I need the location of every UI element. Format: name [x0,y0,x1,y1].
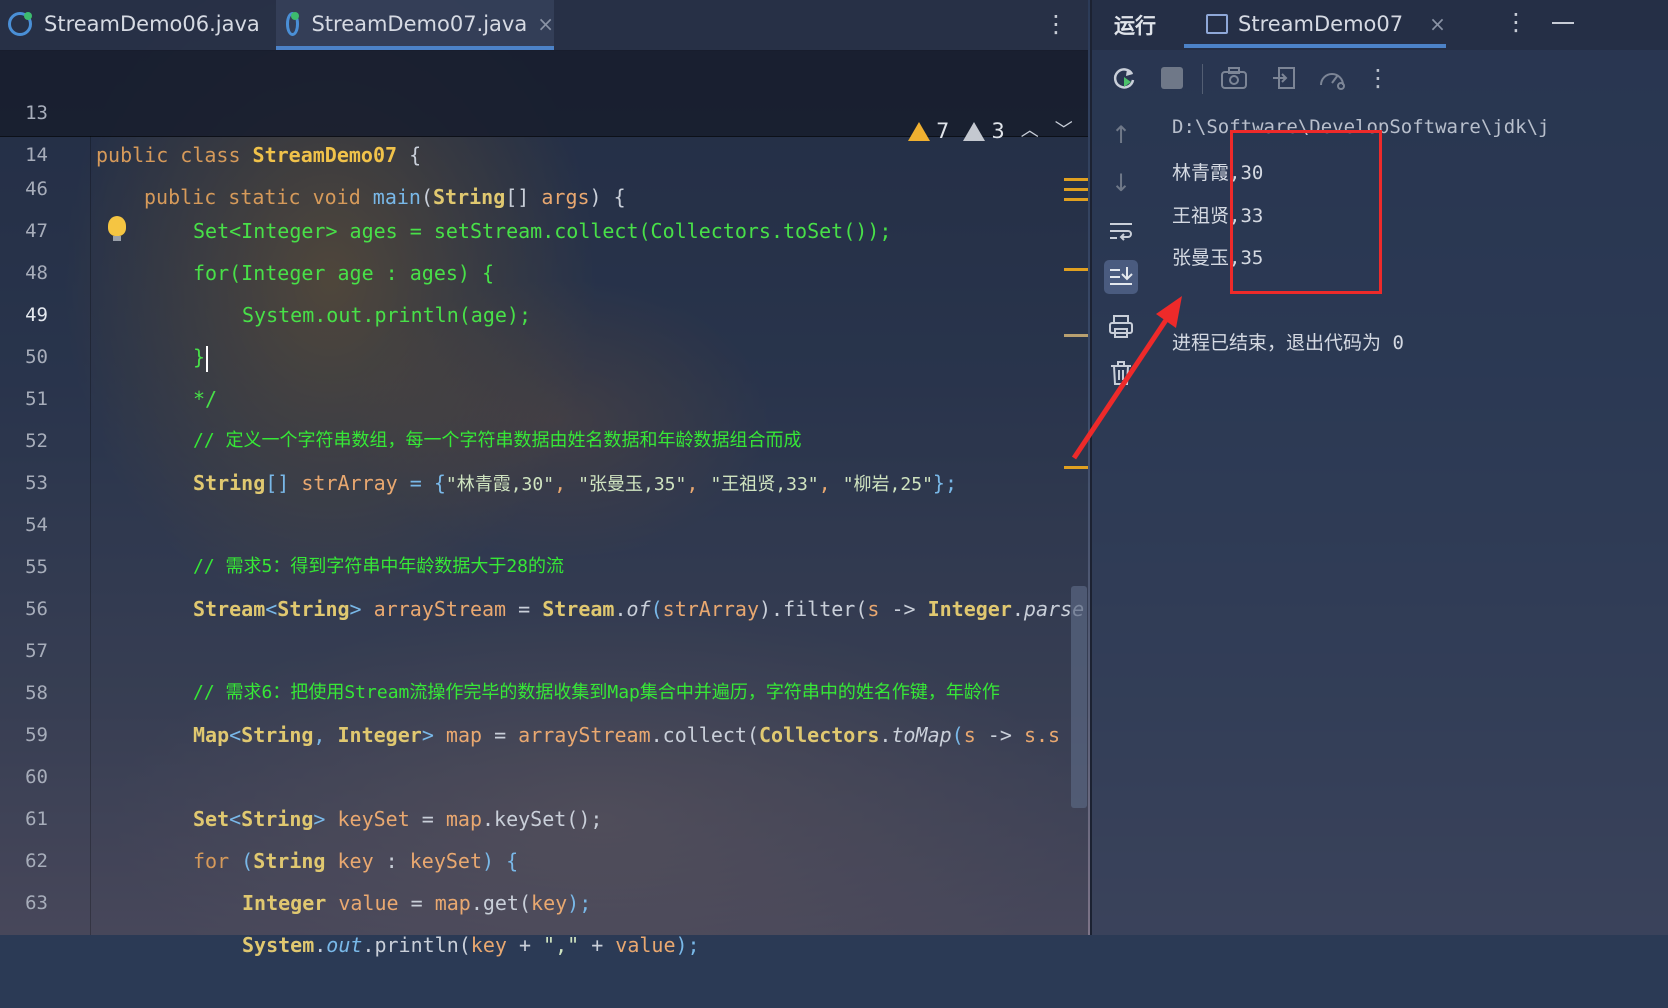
console-exit-message: 进程已结束，退出代码为 0 [1172,332,1404,354]
soft-wrap-icon[interactable] [1104,214,1138,248]
minimize-icon[interactable] [1552,22,1574,24]
more-icon[interactable]: ⋮ [1504,8,1528,36]
code-text: Integer value = map.get(key); [242,891,592,915]
arrow-up-icon[interactable]: ↑ [1104,118,1138,152]
code-line[interactable]: 55 Stream<String> arrayStream = Stream.o… [0,504,1088,621]
run-tool-window[interactable]: 运行 StreamDemo07 × ⋮ ⋮ ↑ ↓ D:\Software\De… [1090,0,1668,935]
run-header: 运行 StreamDemo07 × ⋮ [1092,0,1668,50]
tab-label: StreamDemo07.java [311,12,528,36]
run-config-icon [1206,14,1228,34]
code-line[interactable]: 54 // 需求5：得到字符串中年龄数据大于28的流 [0,462,1088,577]
vertical-scrollbar[interactable] [1071,586,1087,808]
code-line[interactable]: 53 [0,420,1088,494]
restore-layout-icon[interactable] [1268,62,1300,94]
code-line[interactable]: 52 String[] strArray = {"林青霞,30", "张曼玉,3… [0,378,1088,495]
more-icon[interactable]: ⋮ [1362,62,1394,94]
tab-label: StreamDemo06.java [44,12,260,36]
code-line[interactable]: 62 Integer value = map.get(key); [0,798,1088,915]
camera-icon[interactable] [1218,62,1250,94]
java-class-icon [286,12,300,36]
code-line[interactable]: 47 for(Integer age : ages) { [0,168,1088,285]
code-line-current[interactable]: 49 } [0,252,1088,372]
run-toolbar: ⋮ [1092,50,1668,106]
editor-tab-bar: StreamDemo06.java StreamDemo07.java × ⋮ [0,0,1088,51]
code-line[interactable]: 60 Set<String> keySet = map.keySet(); [0,714,1088,831]
java-class-icon [8,12,32,36]
run-title: 运行 [1114,14,1156,38]
warning-stripe-mark[interactable] [1064,466,1088,469]
code-line[interactable]: 51 // 定义一个字符串数组，每一个字符串数据由姓名数据和年龄数据组合而成 [0,336,1088,451]
trash-icon[interactable] [1104,356,1138,390]
line-number: 63 [25,892,48,914]
code-text: System.out.println(key + "," + value); [242,933,700,957]
code-line[interactable]: 61 for (String key : keySet) { [0,756,1088,873]
stop-icon[interactable] [1156,62,1188,94]
more-icon[interactable]: ⋮ [1044,10,1068,38]
run-tab-streamdemo07[interactable]: StreamDemo07 × [1184,0,1446,48]
tab-streamdemo06[interactable]: StreamDemo06.java [8,0,270,48]
code-line[interactable]: 56 [0,546,1088,620]
code-line[interactable]: 48 System.out.println(age); [0,210,1088,327]
arrow-down-icon[interactable]: ↓ [1104,166,1138,200]
active-tab-indicator [1184,44,1446,48]
code-line[interactable]: 50 */ [0,294,1088,411]
code-line[interactable]: 59 [0,672,1088,746]
close-icon[interactable]: × [537,12,554,36]
code-line[interactable]: 57 // 需求6：把使用Stream流操作完毕的数据收集到Map集合中并遍历，… [0,588,1088,703]
toolbar-divider [1202,64,1203,94]
rerun-icon[interactable] [1108,62,1140,94]
console-side-toolbar: ↑ ↓ [1092,106,1150,935]
tab-streamdemo07[interactable]: StreamDemo07.java × [276,0,554,50]
print-icon[interactable] [1104,310,1138,344]
warning-stripe-mark[interactable] [1064,268,1088,271]
warning-stripe-mark[interactable] [1064,198,1088,201]
run-tab-label: StreamDemo07 [1238,12,1404,36]
warning-stripe-mark[interactable] [1064,188,1088,191]
console-output[interactable]: D:\Software\DevelopSoftware\jdk\j 林青霞,30… [1172,106,1668,935]
sticky-line[interactable]: 13 public class StreamDemo07 { 7 3 ︿ ﹀ [0,50,1088,167]
warning-stripe-mark[interactable] [1064,178,1088,181]
sticky-scroll-header[interactable]: 13 public class StreamDemo07 { 7 3 ︿ ﹀ 1… [0,50,1088,209]
warning-stripe-mark[interactable] [1064,334,1088,337]
highlight-box [1230,130,1382,294]
gauge-icon[interactable] [1316,62,1348,94]
code-line[interactable]: 58 Map<String, Integer> map = arrayStrea… [0,630,1088,747]
close-icon[interactable]: × [1429,12,1446,36]
code-line[interactable]: 46 Set<Integer> ages = setStream.collect… [0,126,1088,243]
code-line[interactable]: 63 System.out.println(key + "," + value)… [0,840,1088,957]
code-editor[interactable]: StreamDemo06.java StreamDemo07.java × ⋮ … [0,0,1088,957]
scroll-to-end-icon[interactable] [1104,260,1138,294]
